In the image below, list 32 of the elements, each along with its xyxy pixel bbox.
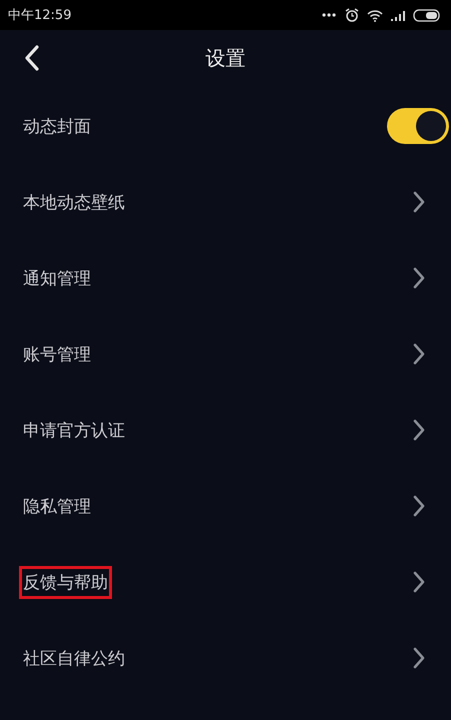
settings-label: 隐私管理 <box>22 496 92 518</box>
settings-row[interactable]: 账号管理 <box>0 316 451 392</box>
settings-row[interactable]: 动态封面 <box>0 88 451 164</box>
settings-row[interactable]: 申请官方认证 <box>0 392 451 468</box>
chevron-icon <box>413 571 425 593</box>
settings-row[interactable]: 通知管理 <box>0 240 451 316</box>
settings-label: 通知管理 <box>22 268 92 290</box>
page-title: 设置 <box>206 44 246 72</box>
battery-icon <box>413 8 441 22</box>
chevron-icon <box>413 495 425 517</box>
settings-label: 申请官方认证 <box>22 420 126 442</box>
settings-row[interactable]: 社区自律公约 <box>0 620 451 696</box>
settings-label: 本地动态壁纸 <box>22 192 126 214</box>
alarm-icon <box>345 8 359 22</box>
more-icon <box>321 12 337 18</box>
chevron-icon <box>413 419 425 441</box>
chevron-icon <box>413 267 425 289</box>
chevron-icon <box>413 647 425 669</box>
status-time: 中午12:59 <box>8 7 72 24</box>
toggle-switch[interactable] <box>387 108 449 144</box>
settings-label: 动态封面 <box>22 116 92 138</box>
wifi-icon <box>367 8 383 22</box>
settings-label: 反馈与帮助 <box>19 566 112 598</box>
settings-row[interactable]: 本地动态壁纸 <box>0 164 451 240</box>
settings-row[interactable]: 隐私管理 <box>0 468 451 544</box>
settings-label: 账号管理 <box>22 344 92 366</box>
back-icon[interactable] <box>24 45 40 71</box>
settings-label: 社区自律公约 <box>22 648 126 670</box>
chevron-icon <box>413 191 425 213</box>
signal-icon <box>391 10 405 20</box>
chevron-icon <box>413 343 425 365</box>
settings-row[interactable]: 反馈与帮助 <box>0 544 451 620</box>
